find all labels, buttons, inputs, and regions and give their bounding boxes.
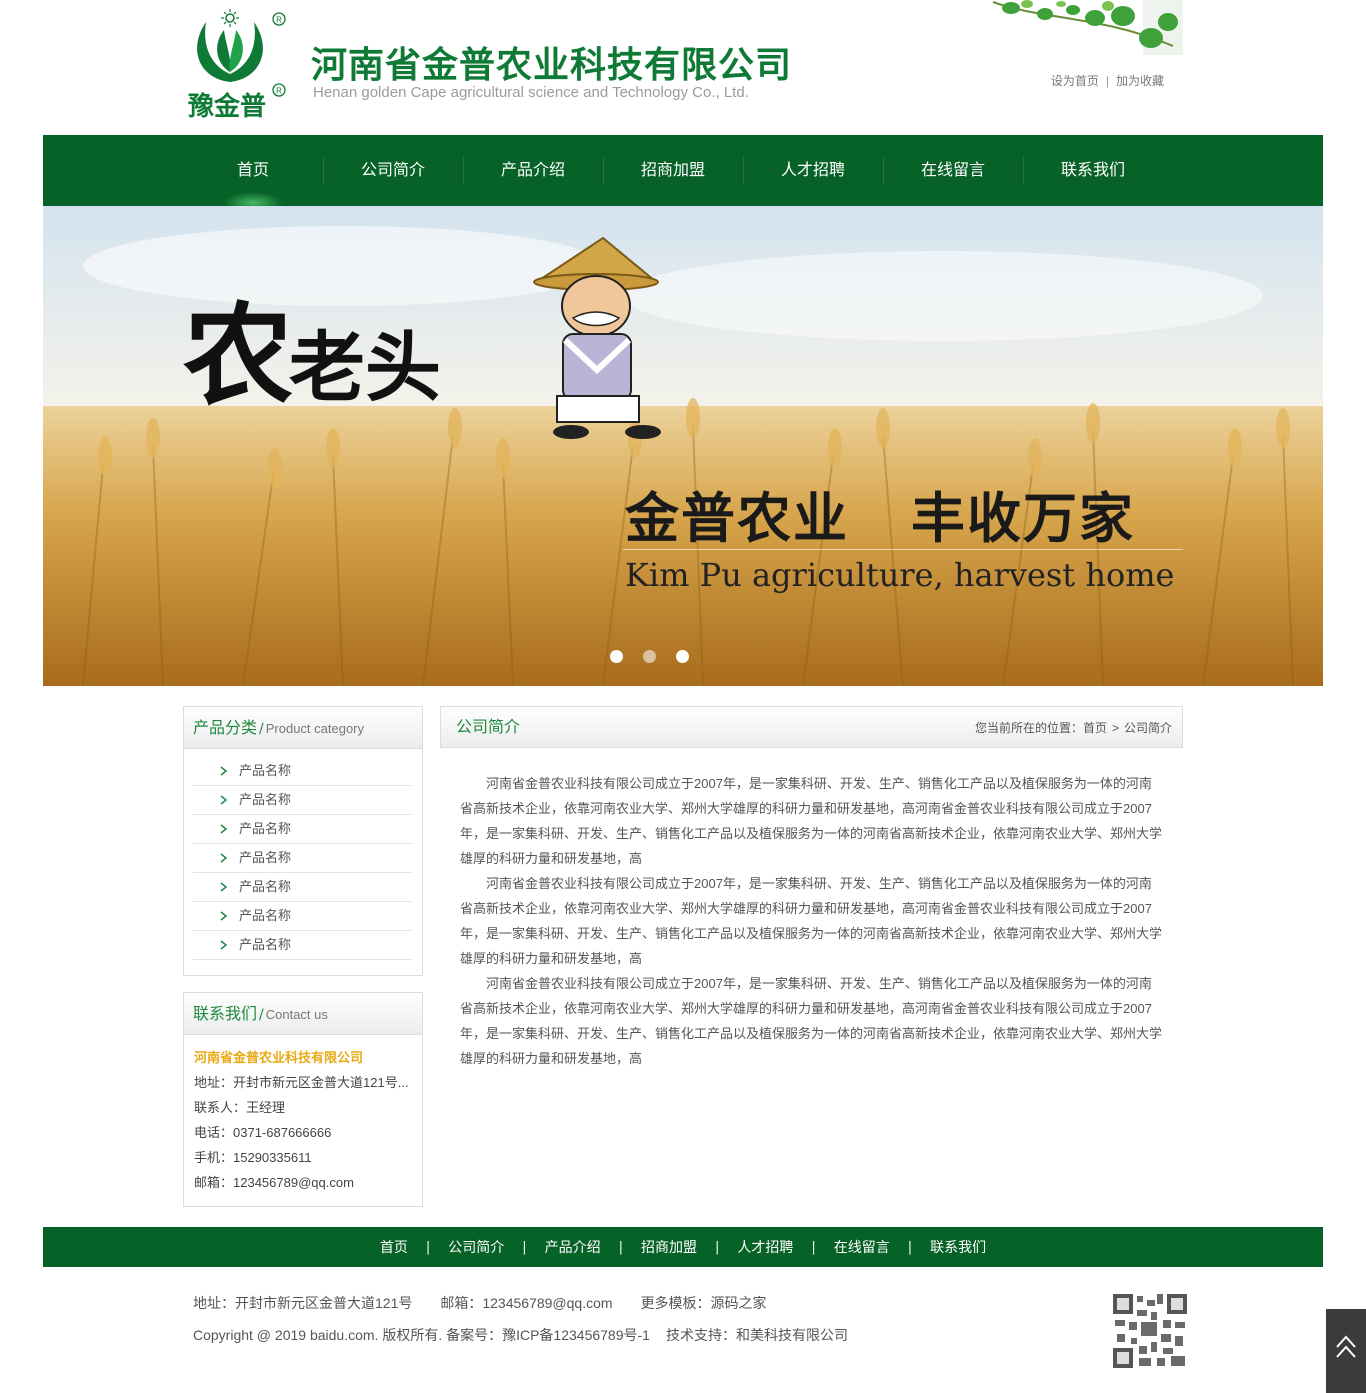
product-category-box: 产品分类 / Product category 产品名称 产品名称 产品名称 产品名… <box>183 706 423 976</box>
contact-address: 地址：开封市新元区金普大道121号... <box>194 1075 409 1090</box>
main-nav: 首页 公司简介 产品介绍 招商加盟 人才招聘 在线留言 联系我们 <box>43 135 1323 214</box>
banner-slogan-en: Kim Pu agriculture, harvest home <box>625 556 1175 594</box>
category-item[interactable]: 产品名称 <box>193 815 412 844</box>
contact-email: 邮箱：123456789@qq.com <box>194 1175 354 1190</box>
contact-mobile: 手机：15290335611 <box>194 1150 312 1165</box>
leaf-logo-icon[interactable]: R R 豫金普 <box>188 8 293 120</box>
top-links-separator: | <box>1105 74 1109 88</box>
footer-support: 技术支持：和美科技有限公司 <box>665 1327 848 1343</box>
contact-body: 河南省金普农业科技有限公司 地址：开封市新元区金普大道121号... 联系人：王… <box>184 1035 422 1199</box>
set-home-link[interactable]: 设为首页 <box>1051 74 1099 88</box>
site-header: R R 豫金普 河南省金普农业科技有限公司 Henan golden Cape … <box>183 0 1183 135</box>
footer-nav-about[interactable]: 公司简介 <box>448 1237 504 1257</box>
svg-text:R: R <box>276 16 282 25</box>
article-body: 河南省金普农业科技有限公司成立于2007年，是一家集科研、开发、生产、销售化工产… <box>440 748 1183 1071</box>
banner-slogan: 金普农业 丰收万家 <box>625 474 1135 553</box>
page-title: 公司简介 <box>456 719 521 736</box>
nav-item-message[interactable]: 在线留言 <box>883 135 1023 206</box>
hero-banner: 农老头 金普农业 丰收万家 Kim Pu agriculture, harvest… <box>43 206 1323 686</box>
product-category-list: 产品名称 产品名称 产品名称 产品名称 产品名称 产品名称 产品名称 <box>184 749 422 960</box>
carousel-dot-2[interactable] <box>643 650 656 663</box>
contact-company: 河南省金普农业科技有限公司 <box>194 1050 364 1065</box>
category-item[interactable]: 产品名称 <box>193 757 412 786</box>
footer-copyright: Copyright @ 2019 baidu.com. 版权所有. 备案号：豫I… <box>193 1327 650 1343</box>
nav-item-jobs[interactable]: 人才招聘 <box>743 135 883 206</box>
nav-item-home[interactable]: 首页 <box>183 135 323 214</box>
nav-item-products[interactable]: 产品介绍 <box>463 135 603 206</box>
footer-more-link[interactable]: 更多模板：源码之家 <box>641 1295 767 1311</box>
chevron-right-icon <box>220 940 228 950</box>
slogan-left: 金普农业 <box>625 487 849 550</box>
footer-nav-home[interactable]: 首页 <box>380 1237 408 1257</box>
logo-text: 豫金普 <box>188 91 266 120</box>
svg-text:R: R <box>276 87 282 96</box>
footer-nav-message[interactable]: 在线留言 <box>834 1237 890 1257</box>
article-paragraph: 河南省金普农业科技有限公司成立于2007年，是一家集科研、开发、生产、销售化工产… <box>460 776 1163 866</box>
article-paragraph: 河南省金普农业科技有限公司成立于2007年，是一家集科研、开发、生产、销售化工产… <box>460 876 1163 966</box>
chevron-right-icon <box>220 824 228 834</box>
breadcrumb-separator: > <box>1111 721 1119 735</box>
category-item[interactable]: 产品名称 <box>193 786 412 815</box>
nav-item-about[interactable]: 公司简介 <box>323 135 463 206</box>
leaves-decoration <box>992 0 1183 55</box>
nav-item-contact[interactable]: 联系我们 <box>1023 135 1163 206</box>
chevron-right-icon <box>220 766 228 776</box>
back-to-top-button[interactable] <box>1326 1309 1366 1393</box>
carousel-dot-1[interactable] <box>610 650 623 663</box>
breadcrumb: 您当前所在的位置：首页 > 公司简介 <box>975 707 1172 749</box>
brand-title-small: 老头 <box>289 323 441 412</box>
main-header: 公司简介 您当前所在的位置：首页 > 公司简介 <box>440 706 1183 748</box>
breadcrumb-prefix: 您当前所在的位置： <box>974 721 1083 735</box>
main-content: 公司简介 您当前所在的位置：首页 > 公司简介 河南省金普农业科技有限公司成立于20… <box>440 706 1183 1071</box>
category-item[interactable]: 产品名称 <box>193 873 412 902</box>
footer-email: 邮箱：123456789@qq.com <box>440 1295 613 1311</box>
footer-info: 地址：开封市新元区金普大道121号 邮箱：123456789@qq.com 更多模板… <box>193 1293 848 1357</box>
double-chevron-up-icon <box>1336 1335 1356 1358</box>
product-category-subtitle: Product category <box>265 721 365 736</box>
chevron-right-icon <box>220 853 228 863</box>
breadcrumb-home[interactable]: 首页 <box>1083 721 1107 735</box>
company-name-en: Henan golden Cape agricultural science a… <box>313 84 749 101</box>
qr-code-icon <box>1111 1292 1189 1370</box>
article-paragraph: 河南省金普农业科技有限公司成立于2007年，是一家集科研、开发、生产、销售化工产… <box>460 976 1163 1066</box>
footer-nav-franchise[interactable]: 招商加盟 <box>641 1237 697 1257</box>
breadcrumb-current: 公司简介 <box>1123 721 1172 735</box>
contact-box: 联系我们 / Contact us 河南省金普农业科技有限公司 地址：开封市新元区金… <box>183 992 423 1207</box>
brand-mascot-title: 农老头 <box>183 266 441 426</box>
brand-title-big: 农 <box>183 291 293 420</box>
contact-header: 联系我们 / Contact us <box>184 993 422 1035</box>
product-category-title: 产品分类 <box>193 720 258 737</box>
chevron-right-icon <box>220 911 228 921</box>
add-favorite-link[interactable]: 加为收藏 <box>1116 74 1164 88</box>
contact-title: 联系我们 <box>193 1006 258 1023</box>
slogan-right: 丰收万家 <box>911 487 1135 550</box>
footer-nav-contact[interactable]: 联系我们 <box>930 1237 986 1257</box>
category-item[interactable]: 产品名称 <box>193 844 412 873</box>
footer-nav-jobs[interactable]: 人才招聘 <box>737 1237 793 1257</box>
footer-address: 地址：开封市新元区金普大道121号 <box>193 1295 413 1311</box>
category-item[interactable]: 产品名称 <box>193 902 412 931</box>
nav-item-franchise[interactable]: 招商加盟 <box>603 135 743 206</box>
chevron-right-icon <box>220 882 228 892</box>
company-name-cn: 河南省金普农业科技有限公司 <box>311 45 793 86</box>
banner-divider <box>623 549 1183 550</box>
carousel-dot-3[interactable] <box>676 650 689 663</box>
category-item[interactable]: 产品名称 <box>193 931 412 960</box>
contact-phone: 电话：0371-687666666 <box>194 1125 332 1140</box>
footer-nav-products[interactable]: 产品介绍 <box>545 1237 601 1257</box>
contact-person: 联系人：王经理 <box>194 1100 286 1115</box>
product-category-header: 产品分类 / Product category <box>184 707 422 749</box>
carousel-dots <box>610 650 689 663</box>
footer-nav: 首页 | 公司简介 | 产品介绍 | 招商加盟 | 人才招聘 | 在线留言 | 联系我们 <box>43 1227 1323 1267</box>
chevron-right-icon <box>220 795 228 805</box>
top-links: 设为首页 | 加为收藏 <box>1051 72 1164 89</box>
contact-subtitle: Contact us <box>265 1007 328 1022</box>
